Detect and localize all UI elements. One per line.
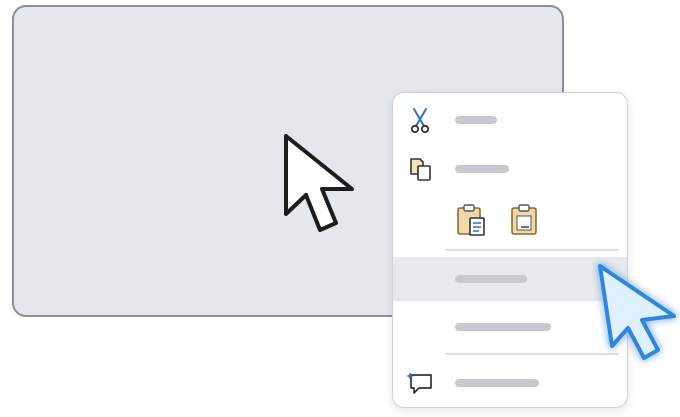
arrow-cursor-icon	[598, 264, 676, 360]
paste-option-keep-formatting[interactable]	[455, 203, 489, 239]
paste-option-text-only[interactable]	[509, 203, 543, 239]
menu-separator	[445, 249, 619, 251]
menu-item-label	[455, 379, 539, 387]
comment-icon	[407, 373, 432, 394]
menu-item-copy[interactable]	[393, 147, 627, 191]
copy-icon	[410, 158, 431, 181]
menu-item-label	[455, 275, 527, 283]
arrow-cursor-icon	[284, 134, 354, 232]
menu-item-label	[455, 165, 509, 173]
scissors-icon	[410, 108, 430, 134]
menu-item-cut[interactable]	[393, 98, 627, 142]
paste-icon	[457, 204, 485, 236]
menu-item-label	[455, 116, 497, 124]
menu-item-label	[455, 323, 551, 331]
paste-text-only-icon	[511, 204, 537, 235]
